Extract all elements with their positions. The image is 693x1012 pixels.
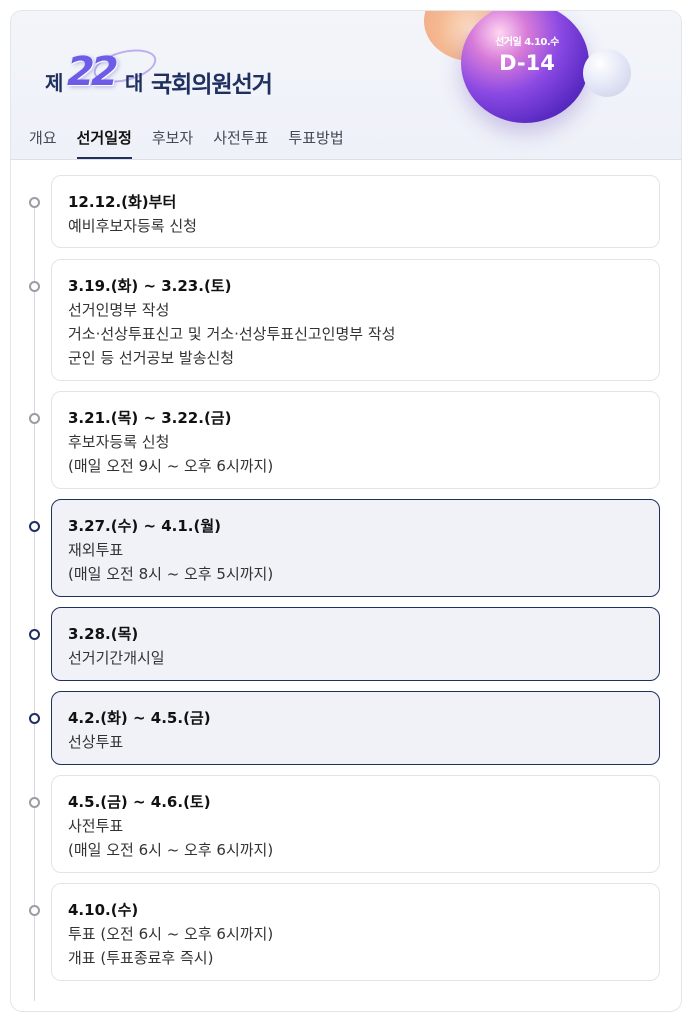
tab-voting-method[interactable]: 투표방법 bbox=[288, 127, 343, 159]
timeline-dot-current bbox=[29, 629, 40, 640]
schedule-date: 3.19.(화) ~ 3.23.(토) bbox=[68, 277, 232, 295]
schedule-description: 군인 등 선거공보 발송신청 bbox=[68, 349, 235, 367]
schedule-description: (매일 오전 6시 ~ 오후 6시까지) bbox=[68, 841, 274, 859]
tab-overview[interactable]: 개요 bbox=[29, 127, 57, 159]
schedule-description: 선상투표 bbox=[68, 733, 124, 751]
schedule-date: 12.12.(화)부터 bbox=[68, 193, 177, 211]
timeline-line bbox=[34, 201, 35, 1001]
schedule-date: 4.2.(화) ~ 4.5.(금) bbox=[68, 709, 211, 727]
tab-early-voting[interactable]: 사전투표 bbox=[213, 127, 268, 159]
header: 선거일 4.10.수 D-14 제 22 대 국회의원선거 개요 선거일정 후보… bbox=[11, 11, 681, 160]
timeline-dot bbox=[29, 281, 40, 292]
logo-number: 22 bbox=[67, 49, 119, 95]
timeline-dot bbox=[29, 197, 40, 208]
timeline-dot-current bbox=[29, 713, 40, 724]
schedule-date: 3.21.(목) ~ 3.22.(금) bbox=[68, 409, 232, 427]
schedule-date: 4.5.(금) ~ 4.6.(토) bbox=[68, 793, 211, 811]
schedule-description: 사전투표 bbox=[68, 817, 124, 835]
timeline-dot bbox=[29, 797, 40, 808]
schedule-description: 재외투표 bbox=[68, 541, 124, 559]
schedule-description: 예비후보자등록 신청 bbox=[68, 217, 197, 235]
schedule-date: 3.28.(목) bbox=[68, 625, 139, 643]
schedule-date: 4.10.(수) bbox=[68, 901, 139, 919]
schedule-item-current: 4.2.(화) ~ 4.5.(금) 선상투표 bbox=[51, 691, 660, 765]
logo-suffix: 대 bbox=[125, 71, 144, 95]
schedule-item: 3.19.(화) ~ 3.23.(토) 선거인명부 작성 거소·선상투표신고 및… bbox=[51, 259, 660, 381]
schedule-description: 개표 (투표종료후 즉시) bbox=[68, 949, 214, 967]
tab-candidates[interactable]: 후보자 bbox=[152, 127, 193, 159]
schedule-item-current: 3.27.(수) ~ 4.1.(월) 재외투표 (매일 오전 8시 ~ 오후 5… bbox=[51, 499, 660, 597]
schedule-description: 선거인명부 작성 bbox=[68, 301, 170, 319]
schedule-description: (매일 오전 8시 ~ 오후 5시까지) bbox=[68, 565, 274, 583]
schedule-item: 4.10.(수) 투표 (오전 6시 ~ 오후 6시까지) 개표 (투표종료후 … bbox=[51, 883, 660, 981]
timeline-dot bbox=[29, 905, 40, 916]
schedule-item-current: 3.28.(목) 선거기간개시일 bbox=[51, 607, 660, 681]
tab-election-schedule[interactable]: 선거일정 bbox=[76, 127, 132, 159]
schedule-description: 거소·선상투표신고 및 거소·선상투표신고인명부 작성 bbox=[68, 325, 396, 343]
election-day-label: 선거일 4.10.수 bbox=[495, 37, 559, 48]
schedule-item: 4.5.(금) ~ 4.6.(토) 사전투표 (매일 오전 6시 ~ 오후 6시… bbox=[51, 775, 660, 873]
logo-prefix: 제 bbox=[45, 71, 64, 95]
tab-bar: 개요 선거일정 후보자 사전투표 투표방법 bbox=[29, 127, 364, 159]
schedule-item: 12.12.(화)부터 예비후보자등록 신청 bbox=[51, 175, 660, 248]
timeline-dot bbox=[29, 413, 40, 424]
schedule-description: 후보자등록 신청 bbox=[68, 433, 170, 451]
schedule-description: 투표 (오전 6시 ~ 오후 6시까지) bbox=[68, 925, 274, 943]
schedule-description: (매일 오전 9시 ~ 오후 6시까지) bbox=[68, 457, 274, 475]
logo-title: 국회의원선거 bbox=[151, 72, 273, 98]
schedule-item: 3.21.(목) ~ 3.22.(금) 후보자등록 신청 (매일 오전 9시 ~… bbox=[51, 391, 660, 489]
timeline-dot-current bbox=[29, 521, 40, 532]
election-schedule-card: 선거일 4.10.수 D-14 제 22 대 국회의원선거 개요 선거일정 후보… bbox=[10, 10, 682, 1012]
schedule-date: 3.27.(수) ~ 4.1.(월) bbox=[68, 517, 222, 535]
dday-counter: D-14 bbox=[499, 51, 555, 75]
schedule-description: 선거기간개시일 bbox=[68, 649, 165, 667]
